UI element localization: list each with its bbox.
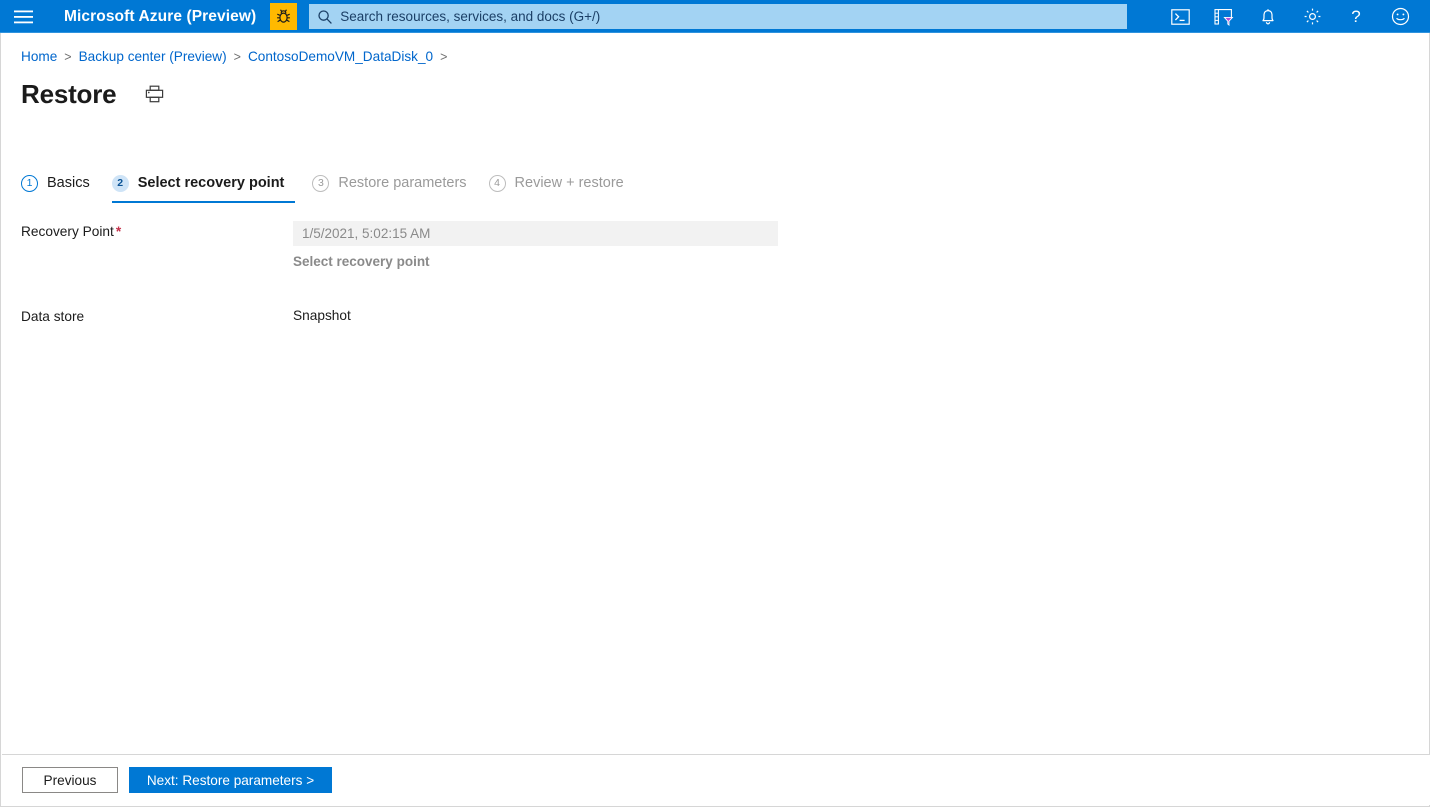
help-question-icon[interactable]: ? bbox=[1334, 0, 1378, 33]
breadcrumb: Home > Backup center (Preview) > Contoso… bbox=[21, 49, 454, 64]
data-store-label: Data store bbox=[21, 309, 85, 324]
form-row-recovery-point: Recovery Point* Select recovery point bbox=[21, 221, 1429, 271]
wizard-step-basics[interactable]: 1 Basics bbox=[21, 165, 112, 201]
settings-gear-icon[interactable] bbox=[1290, 0, 1334, 33]
notifications-bell-icon[interactable] bbox=[1246, 0, 1290, 33]
page-header: Restore bbox=[21, 78, 166, 110]
recovery-point-label: Recovery Point * bbox=[21, 221, 293, 239]
required-asterisk: * bbox=[115, 224, 122, 239]
cloud-shell-icon[interactable] bbox=[1158, 0, 1202, 33]
wizard-step-label: Restore parameters bbox=[338, 175, 467, 191]
wizard-step-review-restore: 4 Review + restore bbox=[488, 165, 646, 201]
page-title: Restore bbox=[21, 79, 117, 109]
breadcrumb-separator-icon: > bbox=[440, 49, 448, 64]
recovery-point-input[interactable] bbox=[293, 221, 778, 246]
active-step-underline bbox=[111, 201, 295, 203]
form-row-data-store: Data store Snapshot bbox=[21, 306, 1429, 324]
directory-filter-icon[interactable] bbox=[1202, 0, 1246, 33]
restore-form: Recovery Point* Select recovery point Da… bbox=[1, 221, 1429, 324]
search-placeholder-text: Search resources, services, and docs (G+… bbox=[340, 9, 601, 24]
wizard-step-restore-parameters: 3 Restore parameters bbox=[312, 165, 488, 201]
wizard-step-label: Review + restore bbox=[514, 175, 624, 191]
wizard-steps: 1 Basics 2 Select recovery point 3 Resto… bbox=[21, 165, 646, 203]
wizard-step-label: Select recovery point bbox=[137, 175, 285, 191]
top-navigation-bar: Microsoft Azure (Preview) Search resourc… bbox=[0, 0, 1430, 33]
wizard-footer: Previous Next: Restore parameters > bbox=[2, 754, 1430, 805]
search-icon bbox=[317, 9, 333, 25]
wizard-step-select-recovery-point[interactable]: 2 Select recovery point bbox=[111, 165, 313, 203]
select-recovery-point-link[interactable]: Select recovery point bbox=[293, 254, 430, 269]
recovery-point-field-group: Select recovery point bbox=[293, 221, 1429, 271]
step-number-badge: 3 bbox=[312, 174, 330, 192]
recovery-point-label-text: Recovery Point bbox=[21, 224, 114, 239]
azure-portal-page: Microsoft Azure (Preview) Search resourc… bbox=[0, 0, 1430, 807]
hamburger-icon[interactable] bbox=[0, 0, 46, 33]
topbar-icon-group: ? bbox=[1158, 0, 1430, 33]
step-number-badge: 2 bbox=[111, 174, 129, 192]
brand-title[interactable]: Microsoft Azure (Preview) bbox=[46, 8, 270, 26]
breadcrumb-item-home[interactable]: Home bbox=[21, 49, 57, 64]
bug-icon[interactable] bbox=[270, 3, 298, 30]
step-number-badge: 4 bbox=[488, 174, 506, 192]
breadcrumb-separator-icon: > bbox=[64, 49, 72, 64]
next-restore-parameters-button[interactable]: Next: Restore parameters > bbox=[129, 767, 332, 793]
wizard-step-label: Basics bbox=[47, 175, 90, 191]
page-body: Home > Backup center (Preview) > Contoso… bbox=[0, 33, 1430, 807]
search-input[interactable]: Search resources, services, and docs (G+… bbox=[309, 4, 1128, 29]
printer-icon[interactable] bbox=[142, 82, 166, 106]
breadcrumb-separator-icon: > bbox=[233, 49, 241, 64]
topbar-bottom-edge bbox=[0, 32, 1430, 33]
breadcrumb-item-resource[interactable]: ContosoDemoVM_DataDisk_0 bbox=[248, 49, 433, 64]
data-store-field-group: Snapshot bbox=[293, 306, 1429, 323]
feedback-smiley-icon[interactable] bbox=[1378, 0, 1422, 33]
previous-button[interactable]: Previous bbox=[22, 767, 118, 793]
step-number-badge: 1 bbox=[21, 174, 38, 192]
data-store-value: Snapshot bbox=[293, 308, 351, 323]
svg-text:?: ? bbox=[1351, 7, 1360, 26]
breadcrumb-item-backup-center[interactable]: Backup center (Preview) bbox=[79, 49, 227, 64]
